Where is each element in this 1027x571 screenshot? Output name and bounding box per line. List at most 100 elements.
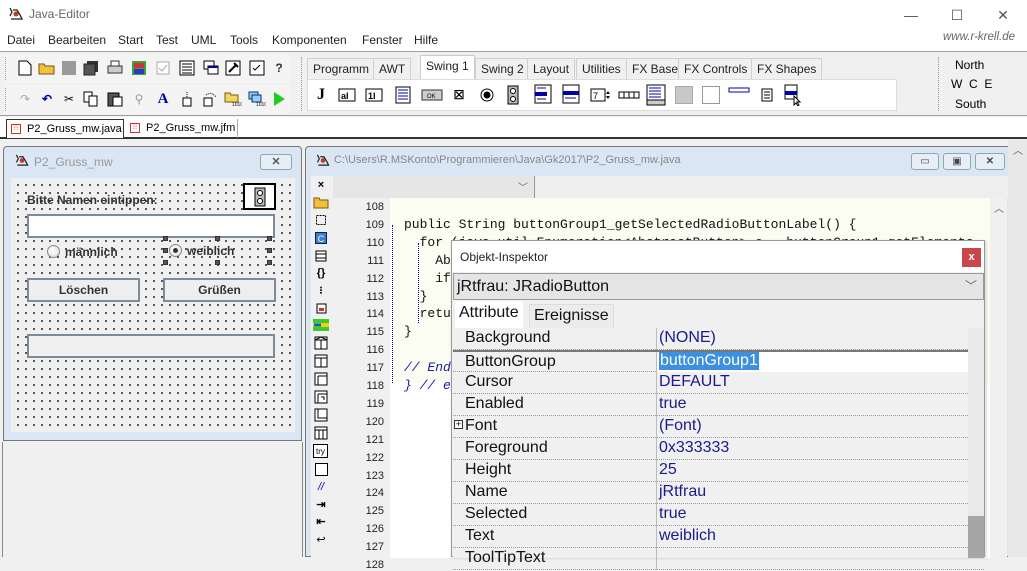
property-row-name[interactable]: Name jRtfrau xyxy=(453,482,984,504)
resize-handle[interactable] xyxy=(163,248,168,253)
property-row-enabled[interactable]: Enabled true xyxy=(453,394,984,416)
undo-icon[interactable]: ↶ xyxy=(38,90,56,108)
jspinner-component-icon[interactable]: 7 xyxy=(590,86,612,104)
new-object-icon[interactable] xyxy=(313,300,329,314)
property-value-selected[interactable]: buttonGroup1 xyxy=(659,352,759,370)
save-all-icon[interactable] xyxy=(82,59,100,77)
radio-male[interactable]: männlich xyxy=(47,245,118,259)
property-row-height[interactable]: Height 25 xyxy=(453,460,984,482)
menu-tools[interactable]: Tools xyxy=(230,33,258,47)
property-row-font[interactable]: + Font (Font) xyxy=(453,416,984,438)
jtextfield-component-icon[interactable]: 1I xyxy=(365,86,383,104)
column-divider[interactable] xyxy=(656,548,657,570)
jlist-component-icon[interactable] xyxy=(534,84,552,104)
resize-handle[interactable] xyxy=(267,248,272,253)
wrap-icon[interactable]: ↩ xyxy=(313,532,329,546)
print-icon[interactable] xyxy=(106,59,124,77)
file-tab-java[interactable]: ⁝⁝ P2_Gruss_mw.java xyxy=(6,119,124,138)
jscrollbar-component-icon[interactable] xyxy=(618,86,640,104)
property-value[interactable]: true xyxy=(659,505,687,523)
code-line[interactable]: } xyxy=(404,289,428,304)
menu-hilfe[interactable]: Hilfe xyxy=(414,33,438,47)
jcanvas-component-icon[interactable] xyxy=(701,84,721,106)
resize-handle[interactable] xyxy=(215,260,220,265)
layout-grip[interactable] xyxy=(938,57,941,111)
file-tab-jfm[interactable]: ⁝⁝ P2_Gruss_mw.jfm xyxy=(126,119,238,138)
insert-down-icon[interactable] xyxy=(178,90,196,108)
editor-scrollbar[interactable]: ︿ xyxy=(990,198,1007,558)
property-row-buttongroup[interactable]: ButtonGroupbuttonGroup1﹀ xyxy=(453,350,984,374)
output-field[interactable] xyxy=(27,334,275,358)
resize-handle[interactable] xyxy=(215,236,220,241)
expand-icon[interactable]: + xyxy=(454,420,463,429)
column-divider[interactable] xyxy=(656,394,657,416)
menu-test[interactable]: Test xyxy=(156,33,178,47)
code-line[interactable]: } xyxy=(404,324,412,339)
jmenubar-component-icon[interactable] xyxy=(728,82,750,100)
frame-icon[interactable] xyxy=(313,213,329,227)
for-icon[interactable] xyxy=(313,390,329,404)
menu-uml[interactable]: UML xyxy=(191,33,216,47)
indent-icon[interactable]: ⇥ xyxy=(313,497,329,511)
code-line[interactable]: if xyxy=(404,271,451,286)
tab-ereignisse[interactable]: Ereignisse xyxy=(529,304,614,328)
jbutton-component-icon[interactable]: OK xyxy=(420,86,444,104)
property-value[interactable]: (Font) xyxy=(659,417,702,435)
find-icon[interactable]: ⚲ xyxy=(130,90,148,108)
palette-tab-fx-base[interactable]: FX Base xyxy=(626,58,685,79)
palette-tab-awt[interactable]: AWT xyxy=(373,58,412,79)
property-value[interactable]: 0x333333 xyxy=(659,439,729,457)
while-icon[interactable] xyxy=(313,372,329,386)
switch-icon[interactable] xyxy=(313,426,329,440)
jcombobox-component-icon[interactable] xyxy=(562,84,580,104)
statement-icon[interactable] xyxy=(313,318,329,332)
property-value[interactable]: 25 xyxy=(659,461,677,479)
column-divider[interactable] xyxy=(656,416,657,438)
scroll-up-icon[interactable]: ︿ xyxy=(994,200,1004,215)
property-row-selected[interactable]: Selected true xyxy=(453,504,984,526)
column-divider[interactable] xyxy=(656,372,657,394)
code-line[interactable]: retu xyxy=(404,306,451,321)
palette-tab-fx-shapes[interactable]: FX Shapes xyxy=(751,58,823,79)
jcheckbox-component-icon[interactable]: ☒ xyxy=(450,86,468,104)
layout-south[interactable]: South xyxy=(955,97,986,111)
code-line[interactable]: public String buttonGroup1_getSelectedRa… xyxy=(404,217,856,232)
editor-close-button[interactable]: ✕ xyxy=(975,153,1005,170)
tab-attribute[interactable]: Attribute xyxy=(455,301,523,328)
inspector-close-button[interactable]: x xyxy=(962,248,981,267)
checklist-icon[interactable] xyxy=(248,59,266,77)
jtable-component-icon[interactable] xyxy=(646,84,666,106)
class-icon[interactable]: C xyxy=(313,231,329,245)
open-folder-icon[interactable] xyxy=(313,195,329,209)
disabled-icon[interactable] xyxy=(60,59,78,77)
object-selector[interactable]: jRtfrau: JRadioButton ﹀ xyxy=(453,273,984,300)
scroll-up-icon[interactable]: ︿ xyxy=(1013,142,1023,157)
code-line[interactable]: Ab xyxy=(404,253,451,268)
toolbar-grip[interactable] xyxy=(5,57,8,80)
uml-icon[interactable] xyxy=(130,59,148,77)
unindent-icon[interactable]: ⇤ xyxy=(313,514,329,528)
resize-handle[interactable] xyxy=(267,260,272,265)
jpopupmenu-component-icon[interactable] xyxy=(758,86,776,104)
block-icon[interactable] xyxy=(313,249,329,263)
redo-icon[interactable]: ↷ xyxy=(16,90,34,108)
form-close-button[interactable]: ✕ xyxy=(260,154,292,170)
menu-start[interactable]: Start xyxy=(118,33,143,47)
property-row-foreground[interactable]: Foreground 0x333333 xyxy=(453,438,984,460)
column-divider[interactable] xyxy=(656,526,657,548)
method-selector[interactable]: ﹀ xyxy=(333,176,535,198)
buttongroup-component[interactable] xyxy=(243,183,276,210)
layout-west-center-east[interactable]: W C E xyxy=(951,77,992,91)
cut-icon[interactable]: ✂ xyxy=(60,90,78,108)
jradiobutton-component-icon[interactable] xyxy=(478,86,496,104)
hammer-icon[interactable] xyxy=(224,59,242,77)
property-scrollbar[interactable] xyxy=(968,328,984,558)
do-while-icon[interactable] xyxy=(313,408,329,422)
run-icon[interactable] xyxy=(270,90,288,108)
greet-button[interactable]: Grüßen xyxy=(163,278,276,302)
clear-button[interactable]: Löschen xyxy=(27,278,140,302)
braces-icon[interactable]: {} xyxy=(313,266,329,280)
palette-tab-fx-controls[interactable]: FX Controls xyxy=(678,58,754,79)
column-divider[interactable] xyxy=(656,504,657,526)
toolbar-grip[interactable] xyxy=(5,88,8,111)
